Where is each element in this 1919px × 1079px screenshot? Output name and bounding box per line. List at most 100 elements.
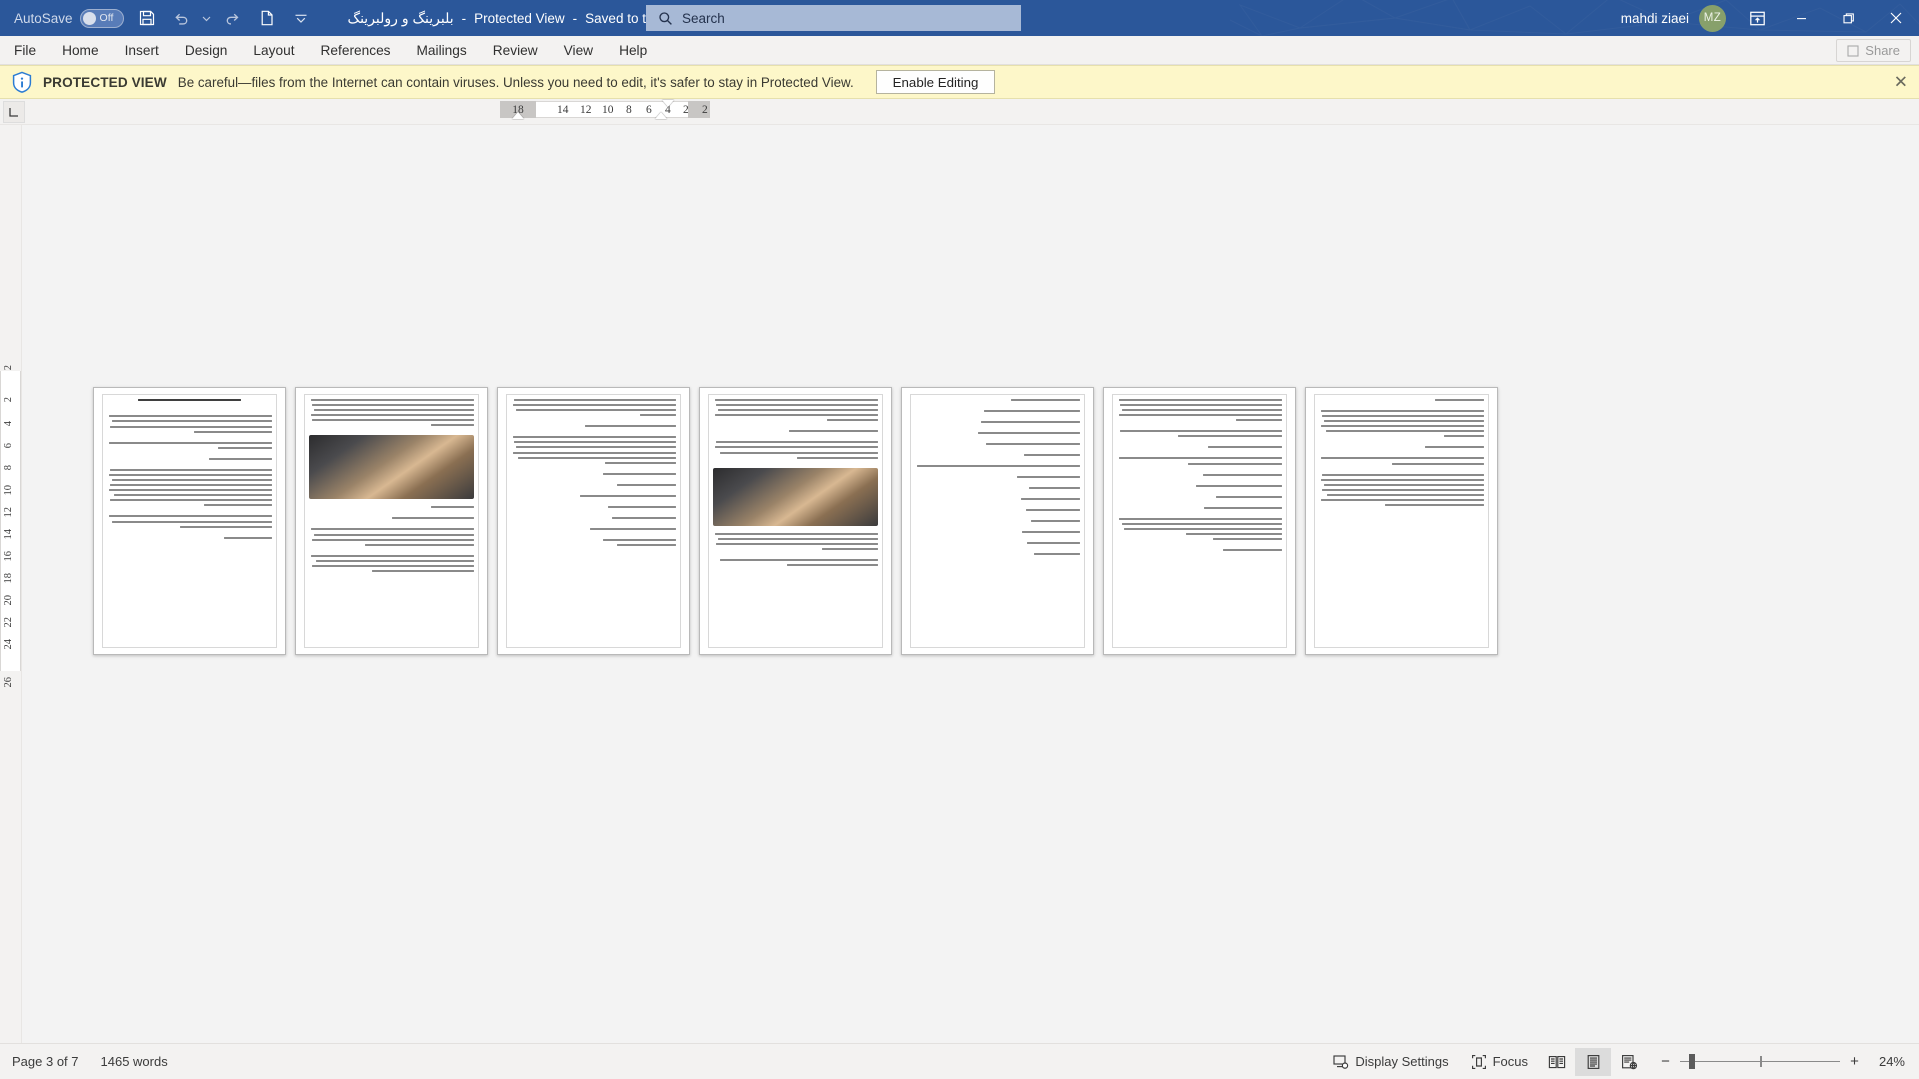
- search-icon: [659, 11, 672, 25]
- v-ruler-number-10: 10: [3, 485, 14, 496]
- close-banner-icon[interactable]: ✕: [1894, 74, 1908, 91]
- document-page-1[interactable]: [93, 387, 286, 655]
- web-layout-view-button[interactable]: [1611, 1048, 1647, 1076]
- ribbon-tabs: File Home Insert Design Layout Reference…: [0, 36, 660, 65]
- enable-editing-button[interactable]: Enable Editing: [875, 70, 996, 94]
- v-ruler-number-2a: 2: [3, 365, 14, 371]
- vertical-ruler[interactable]: 2 2 4 6 8 10 12 14 16 18 20 22 24 26: [0, 125, 22, 1043]
- autosave-switch[interactable]: Off: [79, 8, 124, 28]
- zoom-level-label[interactable]: 24%: [1869, 1054, 1909, 1069]
- minimize-button[interactable]: [1778, 0, 1825, 36]
- tab-design[interactable]: Design: [172, 36, 241, 65]
- read-mode-view-icon: [1548, 1055, 1566, 1068]
- display-settings-icon: [1333, 1054, 1349, 1069]
- word-count[interactable]: 1465 words: [101, 1054, 168, 1069]
- page-1-text: [107, 399, 272, 643]
- avatar[interactable]: MZ: [1699, 4, 1726, 32]
- document-name: بلبرینگ و رولبرینگ: [347, 9, 454, 26]
- bearing-image-1[interactable]: [309, 435, 474, 500]
- ruler-number-10: 10: [602, 103, 614, 116]
- tab-stop-selector-button[interactable]: [3, 101, 25, 123]
- tab-file[interactable]: File: [0, 36, 49, 65]
- page-indicator[interactable]: Page 3 of 7: [12, 1054, 79, 1069]
- tab-review[interactable]: Review: [480, 36, 551, 65]
- document-page-5[interactable]: [901, 387, 1094, 655]
- new-document-icon[interactable]: [250, 3, 284, 33]
- web-layout-view-icon: [1621, 1054, 1637, 1069]
- protected-view-message: Be careful—files from the Internet can c…: [177, 74, 854, 90]
- save-icon[interactable]: [130, 3, 164, 33]
- document-page-4[interactable]: [699, 387, 892, 655]
- ribbon-display-options-icon[interactable]: [1736, 0, 1778, 36]
- account-button[interactable]: mahdi ziaei MZ: [1620, 4, 1736, 32]
- autosave-toggle[interactable]: AutoSave Off: [8, 7, 130, 30]
- tab-mailings[interactable]: Mailings: [404, 36, 480, 65]
- first-line-indent-marker[interactable]: [662, 100, 674, 107]
- focus-icon: [1471, 1054, 1486, 1069]
- info-icon: [12, 71, 32, 93]
- undo-dropdown-icon[interactable]: [198, 3, 216, 33]
- page-5-text: [915, 399, 1080, 643]
- ruler-number-2-right: 2: [702, 103, 708, 116]
- v-ruler-number-8: 8: [3, 465, 14, 471]
- tab-help[interactable]: Help: [606, 36, 660, 65]
- zoom-slider-thumb[interactable]: [1689, 1054, 1695, 1069]
- page-7-text: [1319, 399, 1484, 643]
- search-input[interactable]: Search: [646, 5, 1021, 31]
- display-settings-button[interactable]: Display Settings: [1322, 1047, 1459, 1077]
- search-placeholder: Search: [682, 10, 725, 26]
- customize-quick-access-icon[interactable]: [284, 3, 318, 33]
- share-button[interactable]: Share: [1836, 39, 1911, 62]
- v-ruler-number-12: 12: [3, 507, 14, 518]
- v-ruler-number-6: 6: [3, 443, 14, 449]
- focus-button[interactable]: Focus: [1460, 1047, 1539, 1077]
- ruler-number-14: 14: [557, 103, 569, 116]
- autosave-label: AutoSave: [14, 10, 73, 26]
- tab-insert[interactable]: Insert: [112, 36, 172, 65]
- document-page-7[interactable]: [1305, 387, 1498, 655]
- page-3-text: [511, 399, 676, 643]
- zoom-controls[interactable]: − + 24%: [1647, 1053, 1909, 1070]
- restore-button[interactable]: [1825, 0, 1872, 36]
- tab-view[interactable]: View: [551, 36, 606, 65]
- undo-icon[interactable]: [164, 3, 198, 33]
- read-mode-view-button[interactable]: [1539, 1048, 1575, 1076]
- title-separator-2: -: [572, 10, 578, 26]
- autosave-switch-knob: [82, 11, 96, 25]
- page-2-text: [309, 399, 474, 643]
- v-ruler-number-2b: 2: [3, 397, 14, 403]
- zoom-slider[interactable]: [1680, 1054, 1840, 1069]
- ribbon-tab-bar: File Home Insert Design Layout Reference…: [0, 36, 1919, 65]
- zoom-out-button[interactable]: −: [1659, 1053, 1672, 1070]
- document-page-2[interactable]: [295, 387, 488, 655]
- right-indent-marker[interactable]: [655, 112, 667, 119]
- title-separator-1: -: [461, 10, 467, 26]
- left-indent-marker[interactable]: [512, 112, 524, 119]
- ruler-number-12: 12: [580, 103, 592, 116]
- v-ruler-number-14: 14: [3, 529, 14, 540]
- document-canvas[interactable]: 2 2 4 6 8 10 12 14 16 18 20 22 24 26: [0, 125, 1919, 1043]
- redo-icon[interactable]: [216, 3, 250, 33]
- v-ruler-number-26: 26: [3, 677, 14, 688]
- tab-home[interactable]: Home: [49, 36, 112, 65]
- status-bar: Page 3 of 7 1465 words Display Settings …: [0, 1043, 1919, 1079]
- account-name: mahdi ziaei: [1620, 10, 1689, 26]
- protected-view-banner: PROTECTED VIEW Be careful—files from the…: [0, 65, 1919, 99]
- page-4-text: [713, 399, 878, 643]
- bearing-image-2[interactable]: [713, 467, 878, 526]
- zoom-in-button[interactable]: +: [1848, 1053, 1861, 1070]
- tab-references[interactable]: References: [308, 36, 404, 65]
- v-ruler-number-24: 24: [3, 639, 14, 650]
- print-layout-view-button[interactable]: [1575, 1047, 1611, 1076]
- page-thumbnails[interactable]: [93, 387, 1498, 655]
- tab-layout[interactable]: Layout: [240, 36, 307, 65]
- v-ruler-number-16: 16: [3, 551, 14, 562]
- document-page-6[interactable]: [1103, 387, 1296, 655]
- document-page-3[interactable]: [497, 387, 690, 655]
- close-button[interactable]: [1872, 0, 1919, 36]
- print-layout-view-icon: [1587, 1054, 1599, 1069]
- v-ruler-number-22: 22: [3, 617, 14, 628]
- horizontal-ruler[interactable]: 18 14 12 10 8 6 4 2 2: [500, 101, 710, 118]
- title-bar: AutoSave Off بلبرینگ و رولبرینگ - Protec…: [0, 0, 1919, 36]
- share-label: Share: [1865, 43, 1900, 58]
